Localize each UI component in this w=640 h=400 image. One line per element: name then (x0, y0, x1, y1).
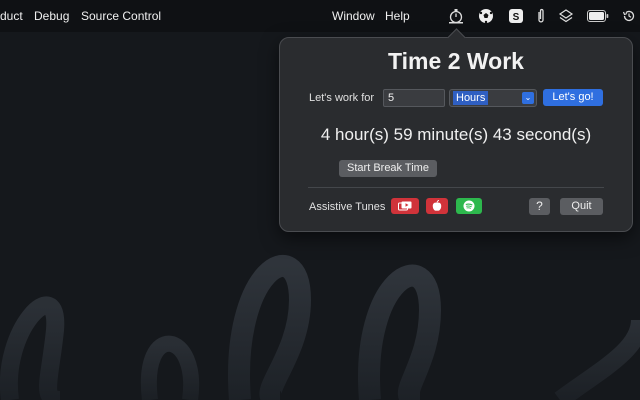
countdown-display: 4 hour(s) 59 minute(s) 43 second(s) (320, 125, 592, 144)
lets-go-button[interactable]: Let's go! (543, 89, 603, 106)
menu-source-control[interactable]: Source Control (81, 9, 161, 23)
skype-icon[interactable]: S (508, 7, 524, 25)
battery-icon[interactable] (586, 7, 610, 25)
youtube-button[interactable] (391, 198, 419, 214)
clock-history-icon[interactable] (621, 7, 637, 25)
start-break-button[interactable]: Start Break Time (339, 160, 437, 177)
spotify-button[interactable] (456, 198, 482, 214)
youtube-icon (398, 201, 412, 211)
divider (308, 187, 604, 188)
menu-help[interactable]: Help (385, 9, 410, 23)
svg-text:S: S (513, 12, 520, 23)
time2work-popover: Time 2 Work Let's work for 5 Hours ⌄ Let… (279, 28, 633, 232)
quit-button[interactable]: Quit (560, 198, 603, 215)
apple-music-icon (432, 200, 442, 211)
assistive-tunes-label: Assistive Tunes (309, 201, 386, 213)
menu-product[interactable]: duct (0, 9, 23, 23)
app-title: Time 2 Work (388, 48, 524, 74)
apple-music-button[interactable] (426, 198, 448, 214)
chevron-down-icon: ⌄ (522, 92, 534, 104)
duration-input[interactable]: 5 (383, 89, 445, 107)
paperclip-icon[interactable] (534, 7, 548, 25)
soccer-ball-icon[interactable] (477, 7, 495, 25)
menu-window[interactable]: Window (332, 9, 375, 23)
spotify-icon (463, 200, 475, 212)
layers-icon[interactable] (558, 7, 574, 25)
menu-debug[interactable]: Debug (34, 9, 69, 23)
menu-bar: duct Debug Source Control Window Help S (0, 0, 640, 32)
work-for-label: Let's work for (309, 92, 375, 104)
unit-select-value: Hours (453, 91, 489, 105)
help-button[interactable]: ? (529, 198, 550, 215)
unit-select[interactable]: Hours ⌄ (449, 89, 537, 107)
time2work-timer-icon[interactable] (447, 7, 465, 25)
